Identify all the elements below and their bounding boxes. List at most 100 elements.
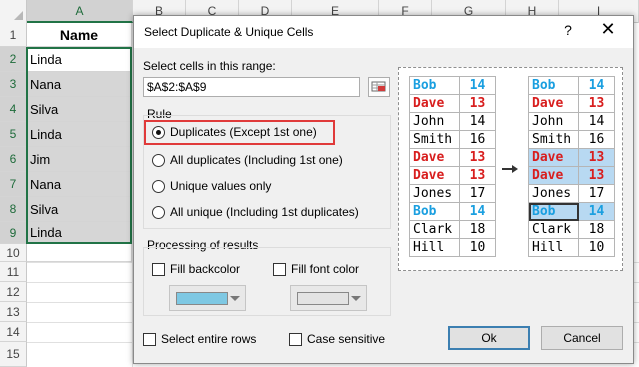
preview-name-cell: Jones: [528, 184, 579, 203]
preview-row: Bob 14: [528, 76, 615, 95]
row-header-9[interactable]: 9: [0, 222, 27, 244]
preview-value-cell: 17: [459, 184, 496, 203]
preview-row: Clark 18: [409, 220, 496, 239]
font-color-picker[interactable]: [290, 285, 367, 311]
select-duplicate-unique-dialog: Select Duplicate & Unique Cells ? ✕ Sele…: [133, 15, 634, 364]
select-all-corner[interactable]: [0, 0, 27, 23]
select-entire-rows-label: Select entire rows: [161, 332, 257, 346]
fill-font-color-label: Fill font color: [291, 262, 360, 276]
cell-a8[interactable]: Silva: [27, 197, 132, 222]
chevron-down-icon: [230, 296, 240, 301]
rule-radio-all-unique[interactable]: All unique (Including 1st duplicates): [152, 205, 359, 219]
preview-value-cell: 13: [459, 166, 496, 185]
row-header-6[interactable]: 6: [0, 147, 27, 172]
preview-row: Bob 14: [409, 76, 496, 95]
preview-value-cell: 16: [459, 130, 496, 149]
backcolor-picker[interactable]: [169, 285, 246, 311]
preview-name-cell: Dave: [409, 148, 460, 167]
row-header-11[interactable]: 11: [0, 262, 27, 282]
cell-a6[interactable]: Jim: [27, 147, 132, 172]
preview-name-cell: Smith: [409, 130, 460, 149]
ok-button[interactable]: Ok: [448, 326, 530, 350]
cancel-button[interactable]: Cancel: [541, 326, 623, 350]
row-header-3[interactable]: 3: [0, 72, 27, 97]
cell-a4[interactable]: Silva: [27, 97, 132, 122]
rule-radio-duplicates-except-first[interactable]: Duplicates (Except 1st one): [152, 125, 317, 139]
column-header-a[interactable]: A: [27, 0, 133, 23]
preview-after-table: Bob 14 Dave 13 John 14 Smith 16 Dave 13 Dave 13 Jone…: [528, 76, 615, 257]
cell-a2[interactable]: Linda: [27, 47, 132, 72]
range-picker-icon: [371, 81, 386, 92]
preview-row: John 14: [409, 112, 496, 131]
radio-dot: [152, 153, 165, 167]
rule-label-1: All duplicates (Including 1st one): [170, 153, 343, 167]
row-header-2[interactable]: 2: [0, 47, 27, 72]
row-header-8[interactable]: 8: [0, 197, 27, 222]
preview-value-cell: 17: [578, 184, 615, 203]
dialog-titlebar[interactable]: Select Duplicate & Unique Cells ? ✕: [134, 16, 633, 48]
preview-name-cell: Bob: [409, 202, 460, 221]
close-button[interactable]: ✕: [596, 19, 620, 40]
row-header-4[interactable]: 4: [0, 97, 27, 122]
row-header-10[interactable]: 10: [0, 244, 27, 262]
checkbox-box: [289, 332, 302, 346]
preview-name-cell: Bob: [409, 76, 460, 95]
preview-name-cell: Clark: [528, 220, 579, 239]
preview-value-cell: 14: [459, 202, 496, 221]
range-input[interactable]: $A$2:$A$9: [143, 77, 360, 97]
rule-radio-all-duplicates[interactable]: All duplicates (Including 1st one): [152, 153, 343, 167]
range-select-button[interactable]: [368, 77, 390, 97]
rule-label-3: All unique (Including 1st duplicates): [170, 205, 359, 219]
fill-backcolor-label: Fill backcolor: [170, 262, 241, 276]
preview-name-cell: Bob: [528, 202, 579, 221]
cell-a9[interactable]: Linda: [27, 222, 132, 244]
preview-row: John 14: [528, 112, 615, 131]
preview-name-cell: Hill: [528, 238, 579, 257]
preview-value-cell: 14: [578, 202, 615, 221]
preview-row: Hill 10: [528, 238, 615, 257]
preview-value-cell: 18: [459, 220, 496, 239]
preview-value-cell: 14: [459, 76, 496, 95]
rule-radio-unique-only[interactable]: Unique values only: [152, 179, 271, 193]
case-sensitive-label: Case sensitive: [307, 332, 386, 346]
row-header-7[interactable]: 7: [0, 172, 27, 197]
row-header-1[interactable]: 1: [0, 23, 27, 47]
row-header-12[interactable]: 12: [0, 282, 27, 302]
preview-name-cell: John: [528, 112, 579, 131]
row-header-13[interactable]: 13: [0, 302, 27, 322]
cell-a5[interactable]: Linda: [27, 122, 132, 147]
preview-row: Smith 16: [528, 130, 615, 149]
select-entire-rows-checkbox[interactable]: Select entire rows: [143, 332, 256, 346]
preview-name-cell: Dave: [528, 148, 579, 167]
row-header-14[interactable]: 14: [0, 322, 27, 342]
preview-value-cell: 10: [459, 238, 496, 257]
preview-row: Smith 16: [409, 130, 496, 149]
preview-name-cell: Smith: [528, 130, 579, 149]
fill-backcolor-checkbox[interactable]: Fill backcolor: [152, 262, 240, 276]
cell-a10[interactable]: [27, 244, 132, 262]
preview-row: Dave 13: [528, 94, 615, 113]
preview-row: Clark 18: [528, 220, 615, 239]
preview-row: Dave 13: [409, 166, 496, 185]
row-header-15[interactable]: 15: [0, 342, 27, 367]
cell-a1[interactable]: Name: [27, 23, 132, 47]
preview-value-cell: 10: [578, 238, 615, 257]
preview-row: Hill 10: [409, 238, 496, 257]
preview-value-cell: 13: [578, 166, 615, 185]
preview-name-cell: Hill: [409, 238, 460, 257]
help-button[interactable]: ?: [558, 22, 578, 38]
preview-value-cell: 14: [459, 112, 496, 131]
preview-before-table: Bob 14 Dave 13 John 14 Smith 16 Dave 13 Dave 13 Jone…: [409, 76, 496, 257]
row-header-5[interactable]: 5: [0, 122, 27, 147]
case-sensitive-checkbox[interactable]: Case sensitive: [289, 332, 385, 346]
radio-dot: [152, 125, 165, 139]
preview-name-cell: Dave: [528, 166, 579, 185]
preview-value-cell: 13: [459, 94, 496, 113]
range-label: Select cells in this range:: [143, 59, 276, 73]
cell-a3[interactable]: Nana: [27, 72, 132, 97]
checkbox-box: [273, 262, 286, 276]
preview-name-cell: Bob: [528, 76, 579, 95]
dialog-title: Select Duplicate & Unique Cells: [144, 25, 314, 39]
fill-font-color-checkbox[interactable]: Fill font color: [273, 262, 359, 276]
cell-a7[interactable]: Nana: [27, 172, 132, 197]
